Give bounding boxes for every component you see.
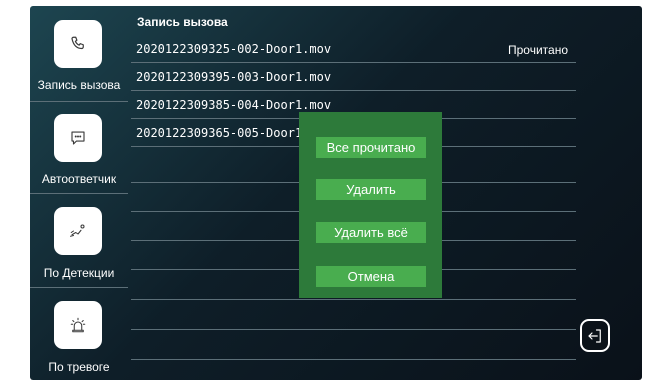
mark-all-read-button[interactable]: Все прочитано [316, 137, 426, 158]
sidebar-item-label: Автоответчик [41, 172, 117, 186]
sidebar-item-label: По тревоге [48, 360, 110, 374]
list-item[interactable]: 2020122309395-003-Door1.mov [131, 63, 576, 91]
row-divider [131, 329, 576, 330]
call-record-tile[interactable] [54, 20, 102, 68]
message-icon [71, 131, 85, 145]
list-item-empty[interactable] [131, 302, 576, 330]
sidebar-item-label: Запись вызова [37, 78, 121, 92]
list-header: Запись вызова [137, 15, 228, 29]
file-name: 2020122309325-002-Door1.mov [136, 42, 332, 56]
sidebar-item-alarm[interactable]: По тревоге [30, 288, 128, 380]
alarm-icon [70, 317, 86, 333]
list-item[interactable]: 2020122309325-002-Door1.mov Прочитано [131, 35, 576, 63]
sidebar-item-motion-detect[interactable]: По Детекции [30, 194, 128, 286]
alarm-tile[interactable] [54, 301, 102, 349]
sidebar-item-answering-machine[interactable]: Автоответчик [30, 102, 128, 194]
motion-detect-tile[interactable] [54, 207, 102, 255]
sidebar-item-call-record[interactable]: Запись вызова [30, 6, 128, 99]
action-dialog: Все прочитано Удалить Удалить всё Отмена [299, 112, 442, 298]
row-divider [131, 359, 576, 360]
file-name: 2020122309385-004-Door1.mov [136, 98, 332, 112]
sidebar-item-label: По Детекции [43, 266, 115, 280]
exit-icon [588, 328, 601, 343]
row-divider [131, 299, 576, 300]
phone-icon [71, 36, 84, 50]
list-item-empty[interactable] [131, 332, 576, 360]
motion-detect-icon [69, 224, 85, 237]
answering-machine-tile[interactable] [54, 114, 102, 162]
delete-all-button[interactable]: Удалить всё [316, 222, 426, 243]
file-name: 2020122309395-003-Door1.mov [136, 70, 332, 84]
cancel-button[interactable]: Отмена [316, 266, 426, 287]
delete-button[interactable]: Удалить [316, 179, 426, 200]
status-badge: Прочитано [508, 43, 568, 57]
exit-button[interactable] [580, 319, 610, 352]
screen: Запись вызова Автоответчик По Детекции П… [30, 6, 642, 380]
